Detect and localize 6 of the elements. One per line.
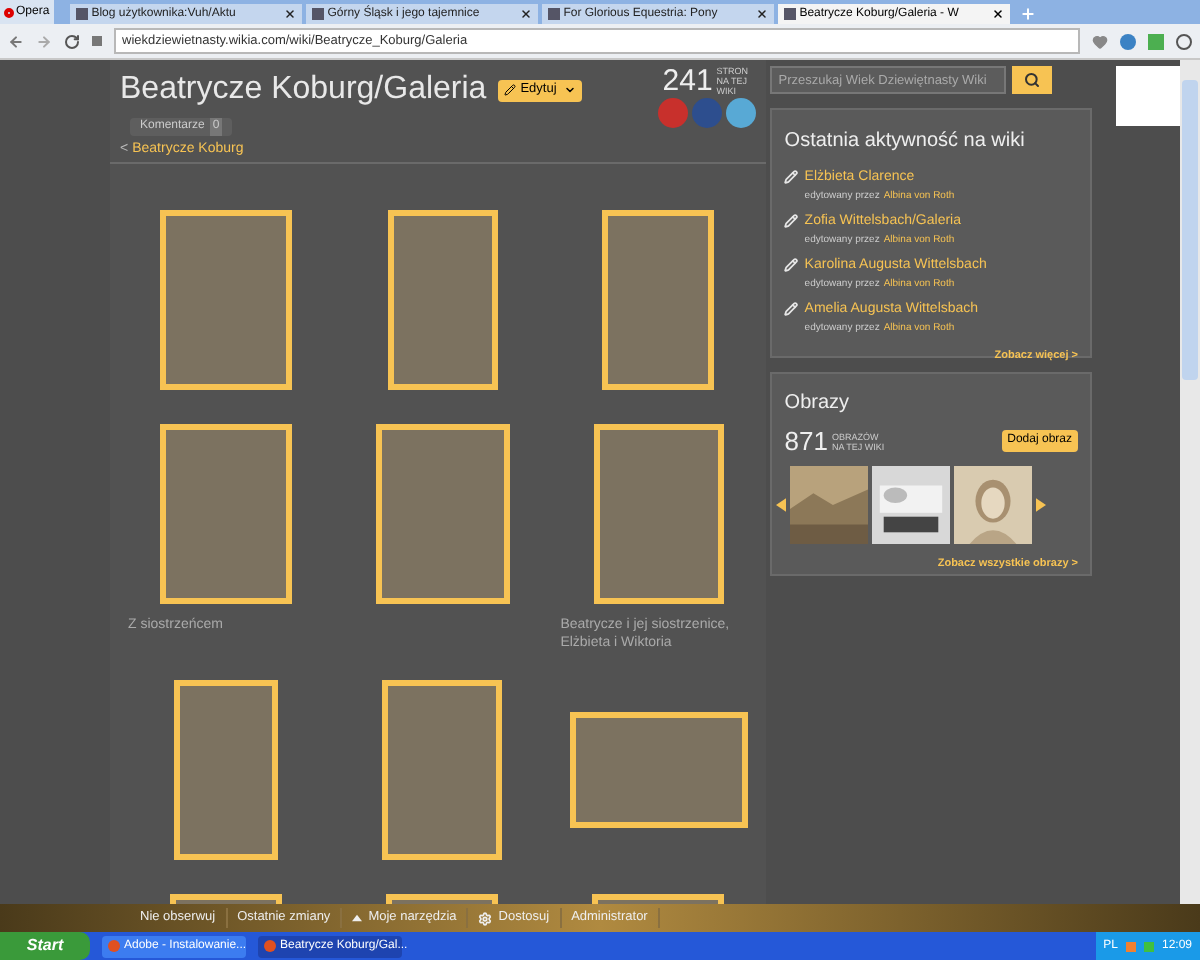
image-count: 871 [784, 424, 828, 460]
page-title: Beatrycze Koburg/Galeria [120, 70, 487, 110]
panel-title: Ostatnia aktywność na wiki [784, 128, 1027, 156]
start-button[interactable]: Start [0, 932, 90, 960]
panel-title: Obrazy [784, 390, 852, 418]
page-count: 241 [662, 66, 713, 96]
